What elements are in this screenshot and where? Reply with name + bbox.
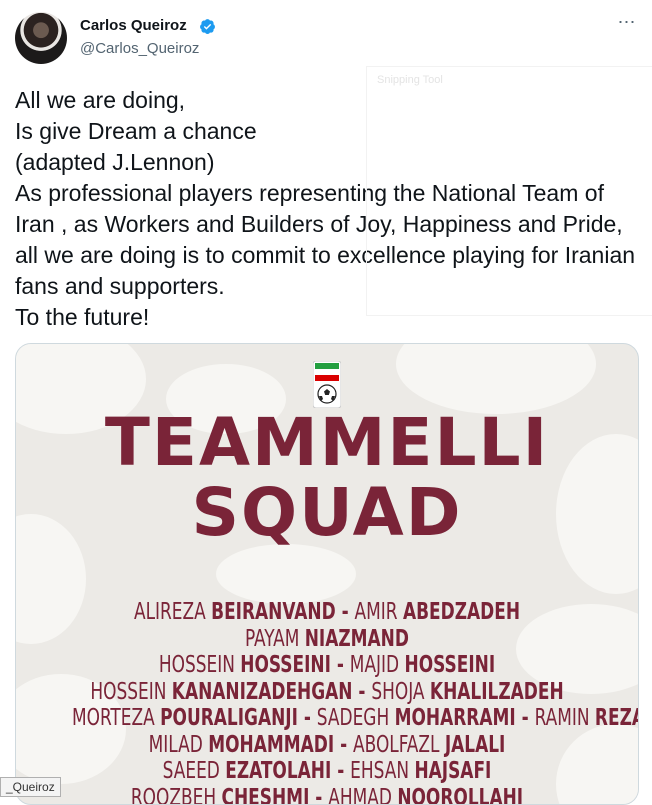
player-last-name: BEIRANVAND — [211, 599, 336, 625]
player-first-name: SHOJA — [371, 679, 430, 705]
more-options-button[interactable]: ⋯ — [615, 15, 639, 35]
roster-separator: - — [334, 732, 353, 758]
snipping-tool-label: Snipping Tool — [377, 74, 443, 86]
player-first-name: HOSSEIN — [159, 652, 240, 678]
player-first-name: MAJID — [350, 652, 405, 678]
author-handle[interactable]: @Carlos_Queiroz — [80, 40, 199, 57]
player-last-name: ABEDZADEH — [403, 599, 520, 625]
player-last-name: MOHARRAMI — [395, 705, 516, 731]
roster-line: HOSSEIN HOSSEINI - MAJID HOSSEINI — [72, 652, 582, 679]
author-name[interactable]: Carlos Queiroz — [80, 17, 187, 34]
player-last-name: KHALILZADEH — [430, 679, 564, 705]
player-last-name: MOHAMMADI — [208, 732, 334, 758]
avatar[interactable] — [15, 12, 67, 64]
player-first-name: SAEED — [163, 758, 226, 784]
player-last-name: EZATOLAHI — [225, 758, 331, 784]
player-last-name: NIAZMAND — [305, 626, 409, 652]
player-first-name: AMIR — [355, 599, 403, 625]
roster-line: HOSSEIN KANANIZADEHGAN - SHOJA KHALILZAD… — [72, 679, 582, 706]
tweet-media-image[interactable]: TEAMMELLI SQUAD ALIREZA BEIRANVAND - AMI… — [15, 343, 639, 805]
tooltip: _Queiroz — [0, 777, 61, 797]
player-last-name: HOSSEINI — [240, 652, 331, 678]
player-first-name: HOSSEIN — [90, 679, 171, 705]
player-first-name: ALIREZA — [134, 599, 211, 625]
player-last-name: POURALIGANJI — [160, 705, 298, 731]
player-last-name: REZAEIAN — [595, 705, 639, 731]
player-first-name: PAYAM — [245, 626, 305, 652]
player-last-name: HOSSEINI — [405, 652, 496, 678]
federation-crest-icon — [313, 361, 341, 408]
squad-title-line1: TEAMMELLI — [16, 404, 638, 481]
roster-line: ALIREZA BEIRANVAND - AMIR ABEDZADEH — [72, 599, 582, 626]
roster-separator: - — [298, 705, 317, 731]
roster-line: MORTEZA POURALIGANJI - SADEGH MOHARRAMI … — [72, 705, 582, 732]
player-first-name: EHSAN — [350, 758, 414, 784]
player-first-name: SADEGH — [317, 705, 395, 731]
roster-separator: - — [336, 599, 355, 625]
snipping-tool-overlay: Snipping Tool — [366, 66, 652, 316]
player-first-name: RAMIN — [535, 705, 595, 731]
roster-line: PAYAM NIAZMAND — [72, 626, 582, 653]
player-first-name: MORTEZA — [72, 705, 160, 731]
roster-separator: - — [516, 705, 535, 731]
player-last-name: KANANIZADEHGAN — [172, 679, 353, 705]
roster-line: SAEED EZATOLAHI - EHSAN HAJSAFI — [72, 758, 582, 785]
roster-separator: - — [331, 758, 350, 784]
roster-separator: - — [331, 652, 350, 678]
player-last-name: JALALI — [445, 732, 506, 758]
squad-title-line2: SQUAD — [16, 474, 638, 551]
player-first-name: MILAD — [149, 732, 209, 758]
player-last-name: HAJSAFI — [414, 758, 491, 784]
roster-line: MILAD MOHAMMADI - ABOLFAZL JALALI — [72, 732, 582, 759]
more-horizontal-icon: ⋯ — [618, 12, 637, 32]
squad-roster: ALIREZA BEIRANVAND - AMIR ABEDZADEHPAYAM… — [16, 599, 638, 805]
verified-badge-icon — [199, 18, 216, 35]
roster-separator: - — [353, 679, 372, 705]
player-first-name: ABOLFAZL — [353, 732, 445, 758]
